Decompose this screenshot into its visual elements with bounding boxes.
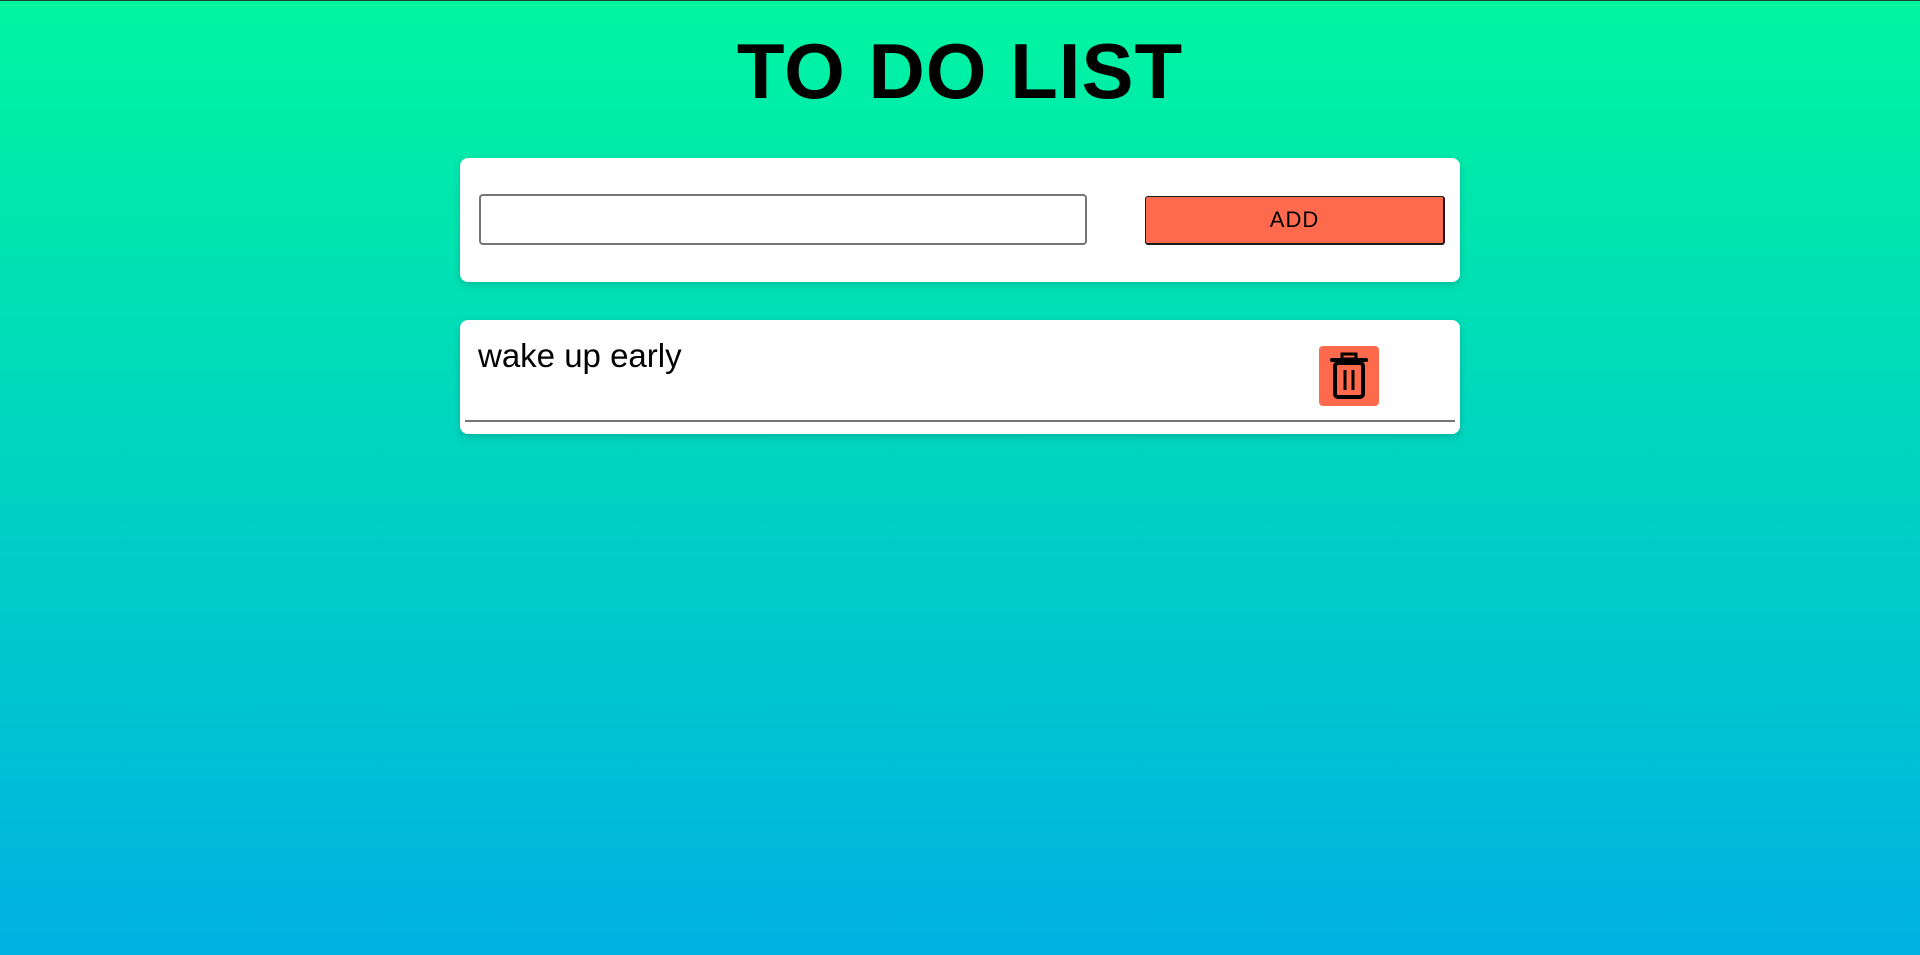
- list-item-text: wake up early: [478, 337, 682, 374]
- trash-icon: [1330, 352, 1368, 399]
- add-task-card: ADD: [460, 158, 1460, 282]
- list-item: wake up early: [460, 320, 1460, 422]
- list-divider: [465, 420, 1455, 422]
- page-title: TO DO LIST: [736, 27, 1184, 115]
- task-list-card: wake up early: [460, 320, 1460, 434]
- delete-button[interactable]: [1319, 346, 1379, 406]
- add-button[interactable]: ADD: [1145, 196, 1445, 245]
- task-input[interactable]: [479, 194, 1087, 245]
